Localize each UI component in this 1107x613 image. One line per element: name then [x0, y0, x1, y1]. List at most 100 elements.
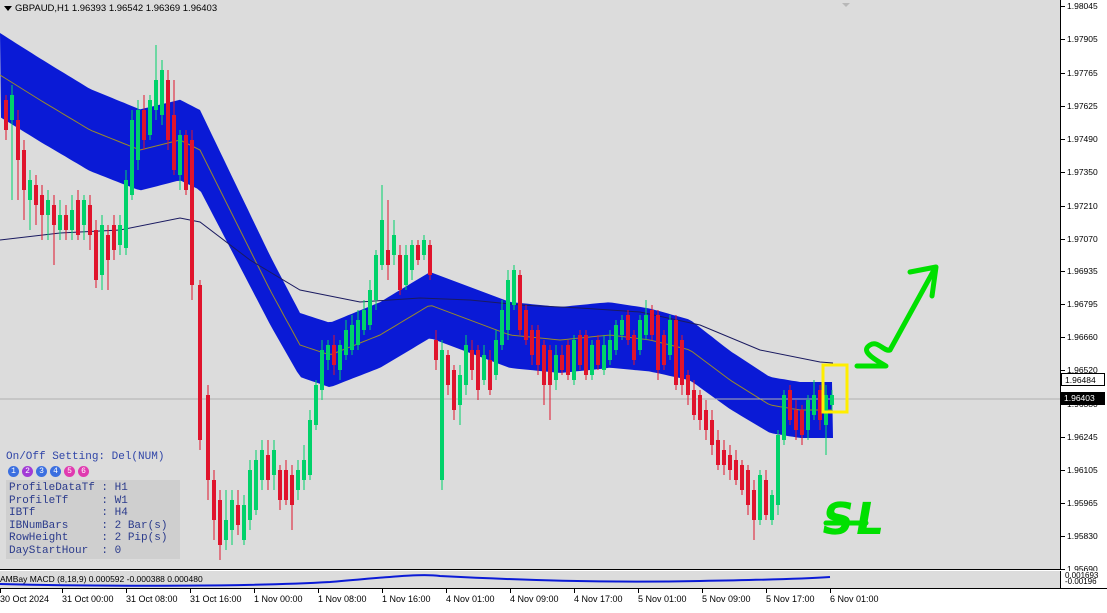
time-tick-label: 1 Nov 08:00 [318, 589, 367, 604]
bear-candle [76, 200, 80, 235]
profile-toggle-1[interactable]: 1 [8, 466, 19, 477]
bull-candle [512, 270, 516, 305]
price-tick-label: 1.95965 [1061, 497, 1107, 509]
bull-candle [118, 225, 122, 245]
price-tick-label: 1.96105 [1061, 464, 1107, 476]
bull-candle [374, 255, 378, 300]
bear-candle [674, 320, 678, 385]
bear-candle [34, 185, 38, 205]
bear-candle [278, 470, 282, 500]
bear-candle [106, 235, 110, 260]
bear-candle [386, 250, 390, 265]
bull-candle [410, 245, 414, 270]
macd-axis-bottom: -0.00196 [1065, 577, 1097, 586]
bull-candle [260, 450, 264, 480]
price-tick-label: 1.96660 [1061, 331, 1107, 343]
profile-toggle-6[interactable]: 6 [78, 466, 89, 477]
bear-candle [662, 335, 666, 365]
bear-candle [434, 340, 438, 360]
chevron-down-icon[interactable] [4, 5, 12, 11]
bear-candle [172, 115, 176, 170]
bull-candle [254, 460, 258, 510]
time-tick-label: 4 Nov 09:00 [510, 589, 559, 604]
green-arrow-annotation [854, 267, 937, 369]
bear-candle [788, 390, 792, 420]
bull-candle [554, 355, 558, 380]
profile-toggle-3[interactable]: 3 [36, 466, 47, 477]
price-tick-label: 1.98045 [1061, 0, 1107, 12]
stop-loss-annotation: SL [817, 494, 891, 545]
bull-candle [482, 355, 486, 380]
bear-candle [112, 225, 116, 250]
bear-candle [52, 205, 56, 225]
bear-candle [686, 375, 690, 395]
bear-candle [650, 310, 654, 335]
profile-toggle-2[interactable]: 2 [22, 466, 33, 477]
bear-candle [548, 350, 552, 385]
time-tick-label: 4 Nov 01:00 [446, 589, 495, 604]
bull-candle [380, 220, 384, 265]
bear-candle [584, 335, 588, 375]
bear-candle [794, 410, 798, 430]
bear-candle [542, 345, 546, 385]
bull-candle [782, 395, 786, 440]
bull-candle [314, 385, 318, 425]
bull-candle [338, 345, 342, 370]
bear-candle [398, 255, 402, 290]
bull-candle [506, 280, 510, 330]
bull-candle [422, 240, 426, 255]
bull-candle [326, 345, 330, 360]
bull-candle [224, 520, 228, 540]
bear-candle [452, 370, 456, 410]
time-tick-label: 5 Nov 09:00 [702, 589, 751, 604]
time-tick-label: 4 Nov 17:00 [574, 589, 623, 604]
profile-settings-title: On/Off Setting: Del(NUM) [6, 451, 165, 463]
bear-candle [142, 110, 146, 140]
bear-candle [518, 275, 522, 330]
bear-candle [560, 355, 564, 370]
bear-candle [284, 470, 288, 500]
bear-candle [88, 205, 92, 235]
bear-candle [656, 315, 660, 370]
bid-price-label: 1.96403 [1061, 392, 1105, 405]
time-tick-label: 30 Oct 2024 [0, 589, 50, 604]
bear-candle [704, 410, 708, 430]
bear-candle [716, 440, 720, 465]
bull-candle [296, 470, 300, 490]
symbol-ohlc-text: GBPAUD,H1 1.96393 1.96542 1.96369 1.9640… [15, 3, 218, 14]
price-tick-label: 1.97625 [1061, 100, 1107, 112]
bull-candle [458, 375, 462, 405]
time-axis[interactable]: 30 Oct 2024 31 Oct 00:00 31 Oct 08:00 31 Oc… [0, 588, 1107, 613]
bull-candle [590, 345, 594, 375]
bull-candle [28, 180, 32, 200]
price-tick-label: 1.96795 [1061, 298, 1107, 310]
profile-toggle-4[interactable]: 4 [50, 466, 61, 477]
price-tick-label: 1.97210 [1061, 200, 1107, 212]
profile-setting-row: ProfileDataTf : H1 [9, 482, 128, 494]
bull-candle [500, 310, 504, 345]
time-tick-label: 31 Oct 00:00 [62, 589, 114, 604]
bear-candle [416, 245, 420, 260]
bull-candle [46, 200, 50, 215]
bull-candle [494, 340, 498, 375]
bull-candle [758, 475, 762, 520]
bear-candle [728, 455, 732, 470]
price-axis[interactable]: 1.98045 1.97905 1.97765 1.97625 1.97490 1.973… [1061, 0, 1107, 574]
price-chart[interactable]: GBPAUD,H1 1.96393 1.96542 1.96369 1.9640… [0, 0, 1061, 570]
bear-candle [428, 245, 432, 275]
bear-candle [764, 480, 768, 515]
bear-candle [566, 345, 570, 375]
bull-candle [392, 235, 396, 255]
bear-candle [212, 480, 216, 520]
bear-candle [800, 410, 804, 435]
bear-candle [206, 395, 210, 480]
bear-candle [190, 140, 194, 285]
bull-candle [812, 395, 816, 415]
time-tick-label: 31 Oct 16:00 [190, 589, 242, 604]
bear-candle [818, 390, 822, 420]
scroll-marker-icon [842, 3, 850, 7]
profile-toggle-5[interactable]: 5 [64, 466, 75, 477]
bull-candle [644, 315, 648, 335]
macd-indicator-pane[interactable]: AMBay MACD (8,18,9) 0.000592 -0.000388 0… [0, 571, 1061, 588]
bear-candle [290, 475, 294, 505]
